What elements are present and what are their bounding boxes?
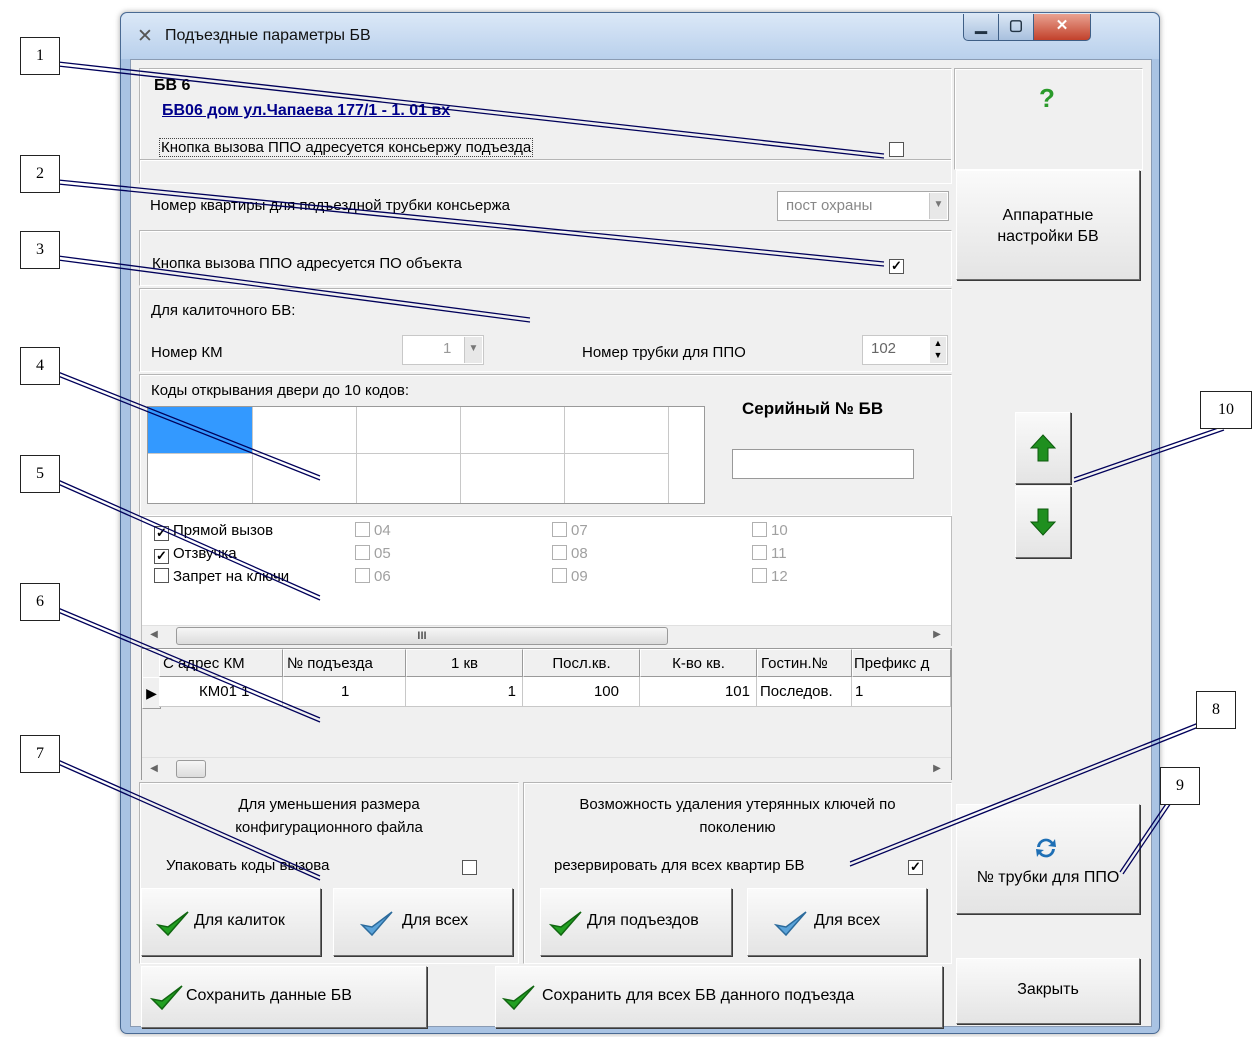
callout-7: 7 — [20, 735, 60, 773]
callout-9: 9 — [1160, 767, 1200, 805]
callout-2: 2 — [20, 155, 60, 193]
callout-leaders — [57, 61, 1225, 881]
callout-8: 8 — [1196, 691, 1236, 729]
callout-1: 1 — [20, 37, 60, 75]
callout-4: 4 — [20, 347, 60, 385]
callout-5: 5 — [20, 455, 60, 493]
callout-3: 3 — [20, 231, 60, 269]
callout-6: 6 — [20, 583, 60, 621]
callout-10: 10 — [1200, 391, 1252, 429]
